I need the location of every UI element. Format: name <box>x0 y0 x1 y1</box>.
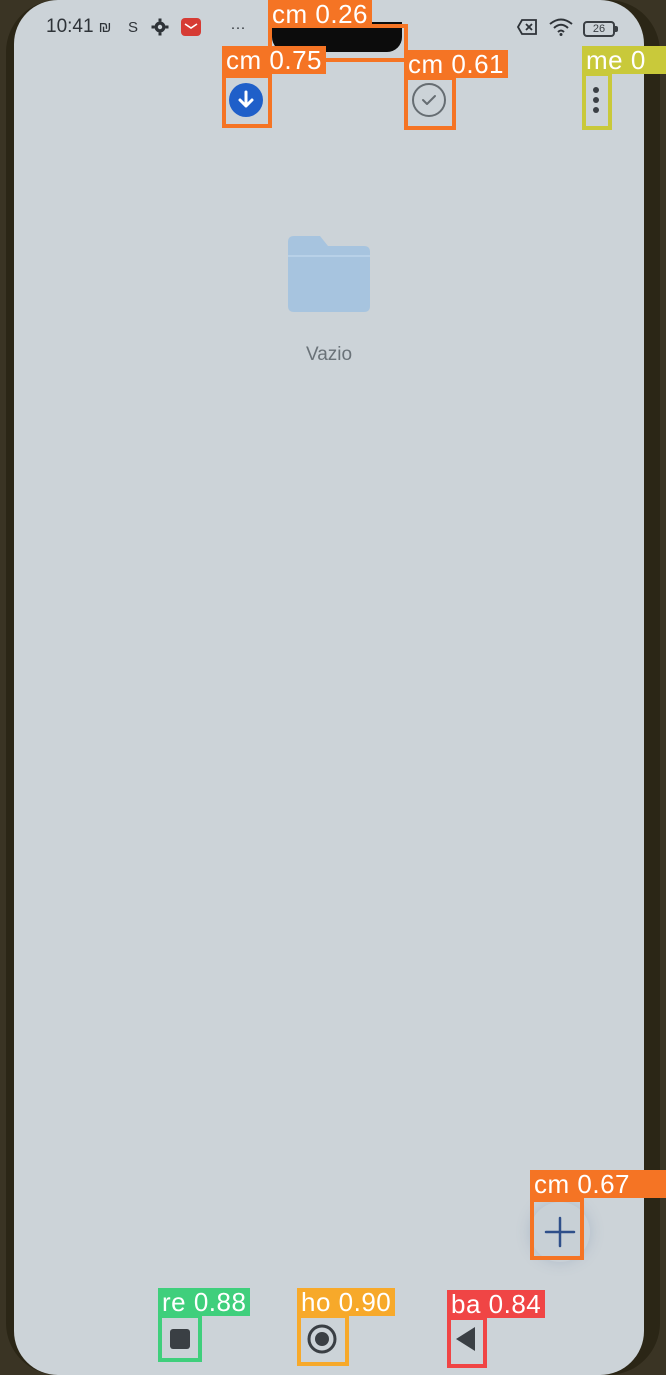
s-app-icon: S <box>127 18 138 36</box>
screen: 10:41 ₪ S ··· 26 Vazio <box>14 0 644 1375</box>
detection-box <box>582 72 612 130</box>
no-sim-icon <box>516 18 538 36</box>
status-time: 10:41 <box>46 16 94 37</box>
mail-app-icon <box>180 18 202 36</box>
detection-box <box>404 76 456 130</box>
detection-box <box>297 1314 349 1366</box>
detection-label: cm 0.26 <box>268 0 372 28</box>
detection-label: cm 0.67 <box>530 1170 666 1198</box>
detection-label: ba 0.84 <box>447 1290 546 1318</box>
wifi-icon <box>548 18 574 36</box>
gear-icon <box>150 18 170 36</box>
battery-icon: 26 <box>583 21 618 37</box>
detection-box <box>447 1316 487 1368</box>
detection-label: cm 0.75 <box>222 46 326 74</box>
detection-box <box>158 1314 202 1362</box>
detection-label: re 0.88 <box>158 1288 251 1316</box>
more-notifications-icon: ··· <box>230 18 246 36</box>
empty-state <box>14 234 644 319</box>
empty-state-label: Vazio <box>305 344 353 365</box>
folder-icon <box>288 236 370 312</box>
detection-label: me 0 <box>582 46 666 74</box>
detection-label: cm 0.61 <box>404 50 508 78</box>
detection-label: ho 0.90 <box>297 1288 396 1316</box>
detection-box <box>530 1198 584 1260</box>
detection-box <box>222 74 272 128</box>
nfc-icon: ₪ <box>98 18 112 36</box>
